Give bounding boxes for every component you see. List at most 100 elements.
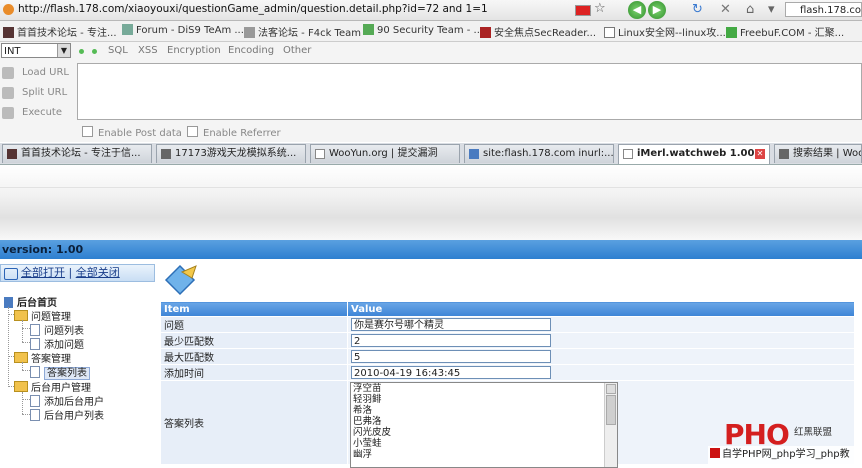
tab-favicon-icon [161, 149, 171, 159]
scroll-thumb[interactable] [606, 395, 616, 425]
page-icon [30, 395, 40, 407]
collapse-all-link[interactable]: 全部关闭 [76, 266, 120, 279]
bookmark-icon [244, 27, 255, 38]
forward-button[interactable]: ▶ [648, 1, 666, 19]
sidebar-item-home[interactable]: 后台首页 [4, 294, 57, 309]
tab[interactable]: 首首技术论坛 - 专注于信... [2, 144, 152, 163]
split-url-icon [2, 87, 14, 99]
sidebar-item-add-question[interactable]: 添加问题 [30, 336, 84, 351]
list-item[interactable]: 幽浮 [351, 449, 617, 460]
listbox-scrollbar[interactable] [604, 383, 617, 467]
bookmark-item[interactable]: 安全焦点SecReader... [480, 24, 596, 39]
expand-all-link[interactable]: 全部打开 [21, 266, 65, 279]
answer-listbox[interactable]: 浮空苗 轻羽鲱 希洛 巴弗洛 闪光皮皮 小莹蛙 幽浮 [350, 382, 618, 468]
execute-icon [2, 107, 14, 119]
flag-icon [575, 5, 591, 16]
folder-icon [14, 381, 28, 392]
tab[interactable]: WooYun.org | 提交漏洞 [310, 144, 460, 163]
menu-encryption[interactable]: Encryption [167, 45, 221, 56]
bookmark-item[interactable]: Linux安全网--linux攻... [604, 24, 726, 39]
folder-icon [14, 352, 28, 363]
close-tab-icon[interactable]: ✕ [755, 149, 765, 159]
tab-favicon-icon [623, 149, 633, 159]
checkbox-icon [82, 126, 93, 137]
enable-post-checkbox[interactable]: Enable Post data [82, 126, 182, 139]
page-icon [30, 324, 40, 336]
menu-xss[interactable]: XSS [138, 45, 158, 56]
hackbar-panel: INT ▼ SQL XSS Encryption Encoding Other L… [0, 42, 862, 142]
tab[interactable]: 搜索结果 | Woo [774, 144, 862, 163]
tab-favicon-icon [779, 149, 789, 159]
row-label: 最少匹配数 [160, 332, 348, 349]
watermark: PHO 红黑联盟 自学PHP网_php学习_php教 [708, 418, 862, 466]
list-item[interactable]: 小莹蛙 [351, 438, 617, 449]
bookmark-item[interactable]: FreebuF.COM - 汇聚... [726, 24, 844, 39]
row-label: 最大匹配数 [160, 348, 348, 365]
split-url-button[interactable]: Split URL [22, 87, 67, 98]
bookmark-icon [122, 24, 133, 35]
page-header [0, 165, 862, 240]
watermark-tagline: 红黑联盟 [794, 427, 833, 438]
chevron-down-icon: ▼ [57, 44, 70, 57]
bookmark-item[interactable]: 法客论坛 - F4ck Team [244, 24, 361, 39]
sidebar: 全部打开 | 全部关闭 后台首页 问题管理 问题列表 添加问题 答案管理 答案列… [0, 264, 155, 466]
tab[interactable]: 17173游戏天龙模拟系统... [156, 144, 306, 163]
bookmark-icon [480, 27, 491, 38]
bookmark-icon [363, 24, 374, 35]
column-header-value: Value [347, 301, 855, 317]
list-item[interactable]: 希洛 [351, 405, 617, 416]
sidebar-item-question-list[interactable]: 问题列表 [30, 322, 84, 337]
stop-icon[interactable]: ✕ [720, 2, 731, 17]
add-time-input[interactable]: 2010-04-19 16:43:45 [351, 366, 551, 379]
tab-favicon-icon [469, 149, 479, 159]
list-item[interactable]: 巴弗洛 [351, 416, 617, 427]
tab[interactable]: site:flash.178.com inurl:... [464, 144, 614, 163]
enable-referrer-checkbox[interactable]: Enable Referrer [187, 126, 281, 139]
sidebar-item-answer-list[interactable]: 答案列表 [30, 364, 90, 380]
url-textarea[interactable] [77, 63, 862, 120]
tab-favicon-icon [315, 149, 325, 159]
list-item[interactable]: 轻羽鲱 [351, 394, 617, 405]
bookmark-item[interactable]: 首首技术论坛 - 专注... [3, 24, 117, 39]
type-select[interactable]: INT ▼ [1, 43, 71, 58]
table-row: 添加时间 2010-04-19 16:43:45 [160, 364, 855, 381]
min-match-input[interactable]: 2 [351, 334, 551, 347]
sidebar-group-admin-users[interactable]: 后台用户管理 [14, 379, 91, 394]
version-bar: version: 1.00 [0, 240, 862, 259]
load-url-button[interactable]: Load URL [22, 67, 69, 78]
bookmark-star-icon[interactable]: ☆ [594, 1, 606, 16]
page-icon [30, 409, 40, 421]
downloads-icon[interactable]: ▾ [768, 2, 775, 17]
green-dot-icon [92, 49, 97, 54]
tab-active[interactable]: iMerl.watchweb 1.00 ✕ [618, 144, 770, 164]
monitor-icon [4, 268, 18, 280]
search-input[interactable]: flash.178.com [785, 2, 862, 17]
home-icon[interactable]: ⌂ [746, 2, 754, 17]
max-match-input[interactable]: 5 [351, 350, 551, 363]
sidebar-item-add-admin-user[interactable]: 添加后台用户 [30, 393, 104, 408]
watermark-icon [710, 448, 720, 458]
execute-button[interactable]: Execute [22, 107, 62, 118]
green-dot-icon [79, 49, 84, 54]
menu-other[interactable]: Other [283, 45, 311, 56]
bookmark-item[interactable]: 90 Security Team - ... [363, 24, 483, 36]
edit-pencil-icon [164, 264, 197, 296]
column-header-item: Item [160, 301, 348, 317]
menu-sql[interactable]: SQL [108, 45, 128, 56]
list-item[interactable]: 浮空苗 [351, 383, 617, 394]
question-input[interactable]: 你是赛尔号哪个精灵 [351, 318, 551, 331]
list-item[interactable]: 闪光皮皮 [351, 427, 617, 438]
back-button[interactable]: ◀ [628, 1, 646, 19]
bookmark-item[interactable]: Forum - DiS9 TeAm ... [122, 24, 244, 36]
reload-icon[interactable]: ↻ [692, 2, 703, 17]
bookmark-icon [604, 27, 615, 38]
tab-strip: 首首技术论坛 - 专注于信... 17173游戏天龙模拟系统... WooYun… [0, 143, 862, 165]
bookmark-icon [726, 27, 737, 38]
menu-encoding[interactable]: Encoding [228, 45, 274, 56]
url-field[interactable]: http://flash.178.com/xiaoyouxi/questionG… [18, 3, 488, 15]
site-favicon-icon [3, 4, 14, 15]
scroll-up-icon[interactable] [606, 384, 616, 394]
sidebar-item-admin-user-list[interactable]: 后台用户列表 [30, 407, 104, 422]
page-icon [30, 366, 40, 378]
table-header-row: Item Value [160, 301, 855, 317]
